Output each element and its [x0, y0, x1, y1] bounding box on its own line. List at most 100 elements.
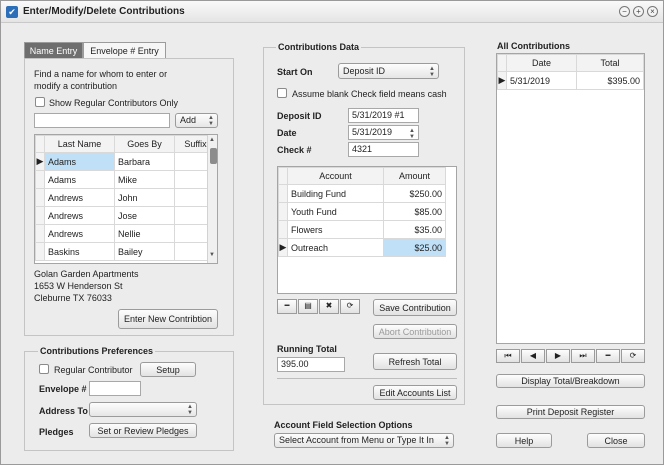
table-row[interactable]: Building Fund $250.00	[278, 184, 446, 203]
table-row[interactable]: ▶ Outreach $25.00	[278, 238, 446, 257]
cell-amount[interactable]: $85.00	[383, 202, 446, 221]
account-field-select[interactable]: Select Account from Menu or Type It In ▲…	[274, 433, 454, 448]
next-record-icon[interactable]: ▶	[546, 349, 570, 363]
abort-contribution-button[interactable]: Abort Contribution	[373, 324, 457, 339]
names-scrollbar[interactable]: ▲ ▼	[207, 135, 217, 263]
close-window-icon[interactable]: ×	[647, 6, 658, 17]
row-selector[interactable]	[35, 170, 45, 189]
date-input[interactable]: 5/31/2019 ▲ ▼	[348, 125, 419, 140]
column-header-account[interactable]: Account	[287, 167, 384, 185]
row-selector[interactable]	[278, 202, 288, 221]
table-row[interactable]: Youth Fund $85.00	[278, 202, 446, 221]
show-regular-checkbox[interactable]	[35, 97, 45, 107]
column-header-goes-by[interactable]: Goes By	[114, 135, 175, 153]
first-record-icon[interactable]: ⏮	[496, 349, 520, 363]
cell-account[interactable]: Building Fund	[287, 184, 384, 203]
start-on-label: Start On	[277, 67, 313, 77]
scroll-thumb[interactable]	[210, 148, 217, 164]
column-header-last-name[interactable]: Last Name	[44, 135, 115, 153]
table-row[interactable]: Baskins Bailey	[35, 242, 217, 261]
setup-button[interactable]: Setup	[140, 362, 196, 377]
delete-record-icon[interactable]: ━	[596, 349, 620, 363]
scroll-up-icon[interactable]: ▲	[209, 137, 215, 143]
table-row[interactable]: Andrews Nellie	[35, 224, 217, 243]
notes-icon[interactable]: ▤	[298, 299, 318, 314]
add-select[interactable]: Add ▲ ▼	[175, 113, 218, 128]
address-to-select[interactable]: ▲ ▼	[89, 402, 197, 417]
refresh-total-button[interactable]: Refresh Total	[373, 353, 457, 370]
cell-last-name[interactable]: Andrews	[44, 224, 115, 243]
cell-amount[interactable]: $25.00	[383, 238, 446, 257]
tab-envelope-entry[interactable]: Envelope # Entry	[83, 42, 166, 59]
cell-total[interactable]: $395.00	[576, 71, 644, 90]
regular-contributor-checkbox[interactable]	[39, 364, 49, 374]
cell-last-name[interactable]: Adams	[44, 152, 115, 171]
minimize-icon[interactable]: −	[619, 6, 630, 17]
assume-blank-checkbox[interactable]	[277, 88, 287, 98]
envelope-input[interactable]	[89, 381, 141, 396]
assume-blank-label: Assume blank Check field means cash	[292, 89, 447, 99]
enter-new-contribution-button[interactable]: Enter New Contribtion	[118, 309, 218, 329]
table-row[interactable]: Andrews John	[35, 188, 217, 207]
row-selector[interactable]	[35, 188, 45, 207]
prev-record-icon[interactable]: ◀	[521, 349, 545, 363]
row-selector[interactable]	[35, 224, 45, 243]
tab-name-entry[interactable]: Name Entry	[24, 42, 83, 59]
table-row[interactable]: Flowers $35.00	[278, 220, 446, 239]
last-record-icon[interactable]: ⏭	[571, 349, 595, 363]
cell-amount[interactable]: $250.00	[383, 184, 446, 203]
row-selector[interactable]	[278, 220, 288, 239]
cell-last-name[interactable]: Andrews	[44, 188, 115, 207]
print-deposit-register-button[interactable]: Print Deposit Register	[496, 405, 645, 419]
refresh-icon[interactable]: ⟳	[340, 299, 360, 314]
column-header-amount[interactable]: Amount	[383, 167, 446, 185]
grid-corner	[35, 135, 45, 153]
edit-accounts-list-button[interactable]: Edit Accounts List	[373, 385, 457, 400]
column-header-date[interactable]: Date	[506, 54, 577, 72]
display-total-breakdown-button[interactable]: Display Total/Breakdown	[496, 374, 645, 388]
table-row[interactable]: Adams Mike	[35, 170, 217, 189]
cell-goes-by[interactable]: Mike	[114, 170, 175, 189]
cell-goes-by[interactable]: John	[114, 188, 175, 207]
cell-date[interactable]: 5/31/2019	[506, 71, 577, 90]
delete-icon[interactable]: ✖	[319, 299, 339, 314]
cell-goes-by[interactable]: Nellie	[114, 224, 175, 243]
cell-goes-by[interactable]: Jose	[114, 206, 175, 225]
cell-last-name[interactable]: Andrews	[44, 206, 115, 225]
date-spin-icon[interactable]: ▲ ▼	[409, 128, 415, 139]
table-row[interactable]: ▶ Adams Barbara	[35, 152, 217, 171]
address-line-2: 1653 W Henderson St	[34, 281, 123, 291]
running-total-value: 395.00	[277, 357, 345, 372]
table-row[interactable]: ▶ 5/31/2019 $395.00	[497, 71, 644, 90]
date-value: 5/31/2019	[352, 127, 393, 137]
current-row-arrow-icon: ▶	[35, 152, 45, 171]
start-on-select[interactable]: Deposit ID ▲ ▼	[338, 63, 439, 79]
cell-amount[interactable]: $35.00	[383, 220, 446, 239]
table-row[interactable]: Andrews Jose	[35, 206, 217, 225]
check-input[interactable]: 4321	[348, 142, 419, 157]
refresh-records-icon[interactable]: ⟳	[621, 349, 645, 363]
cell-last-name[interactable]: Adams	[44, 170, 115, 189]
help-button[interactable]: Help	[496, 433, 552, 448]
scroll-down-icon[interactable]: ▼	[209, 252, 215, 258]
cell-goes-by[interactable]: Bailey	[114, 242, 175, 261]
cell-account[interactable]: Flowers	[287, 220, 384, 239]
current-row-arrow-icon: ▶	[497, 71, 507, 90]
row-selector[interactable]	[35, 242, 45, 261]
all-contributions-title: All Contributions	[495, 41, 572, 51]
cell-goes-by[interactable]: Barbara	[114, 152, 175, 171]
add-select-value: Add	[180, 115, 197, 125]
set-review-pledges-button[interactable]: Set or Review Pledges	[89, 423, 197, 438]
maximize-icon[interactable]: +	[633, 6, 644, 17]
close-button[interactable]: Close	[587, 433, 645, 448]
save-contribution-button[interactable]: Save Contribution	[373, 299, 457, 316]
column-header-total[interactable]: Total	[576, 54, 644, 72]
deposit-id-input[interactable]: 5/31/2019 #1	[348, 108, 419, 123]
remove-row-icon[interactable]: ━	[277, 299, 297, 314]
cell-last-name[interactable]: Baskins	[44, 242, 115, 261]
name-search-input[interactable]	[34, 113, 170, 128]
row-selector[interactable]	[35, 206, 45, 225]
row-selector[interactable]	[278, 184, 288, 203]
cell-account[interactable]: Outreach	[287, 238, 384, 257]
cell-account[interactable]: Youth Fund	[287, 202, 384, 221]
